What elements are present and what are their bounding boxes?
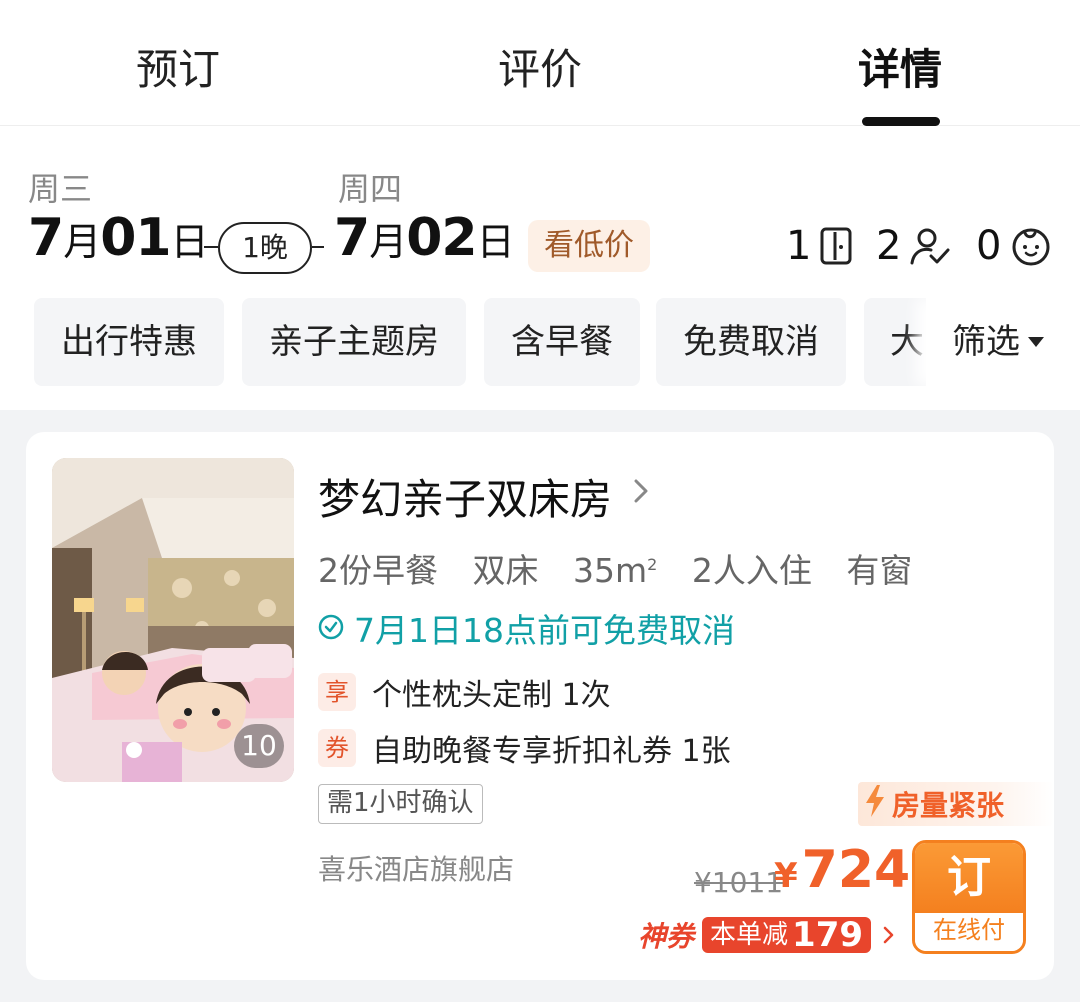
book-button[interactable]: 订 在线付 — [912, 840, 1026, 954]
price-value: 724 — [801, 840, 911, 900]
perk-coupon: 券 自助晚餐专享折扣礼券 1张 — [318, 726, 731, 770]
adults-counter[interactable]: 2 — [876, 222, 951, 270]
checkin-day: 01 — [100, 208, 171, 268]
tab-booking[interactable]: 预订 — [98, 36, 258, 97]
rooms-counter[interactable]: 1 — [786, 222, 853, 270]
free-cancel-policy: 7月1日18点前可免费取消 — [318, 604, 735, 652]
store-name: 喜乐酒店旗舰店 — [318, 853, 515, 886]
coupon-discount[interactable]: 神券 本单减 179 — [638, 914, 899, 956]
feature-beds: 双床 — [472, 551, 539, 590]
lightning-icon — [864, 784, 886, 825]
chip-free-cancel[interactable]: 免费取消 — [656, 298, 846, 386]
children-counter[interactable]: 0 — [976, 222, 1053, 270]
checkin-weekday: 周三 — [28, 170, 93, 208]
adult-icon — [909, 226, 951, 266]
chevron-right-icon — [634, 479, 648, 503]
child-icon — [1009, 225, 1053, 267]
tab-bar: 预订 评价 详情 — [0, 0, 1080, 126]
book-label: 订 — [915, 843, 1023, 913]
children-count: 0 — [976, 223, 1002, 269]
room-card[interactable]: 10 梦幻亲子双床房 2份早餐 双床 35m2 2人入住 有窗 7月1日18点前… — [26, 432, 1054, 980]
caret-down-icon — [1028, 336, 1044, 347]
rooms-count: 1 — [786, 223, 812, 269]
chip-breakfast[interactable]: 含早餐 — [484, 298, 640, 386]
coupon-brand: 神券 — [638, 920, 695, 953]
availability-badge: 房量紧张 — [858, 782, 1054, 826]
checkout-day: 02 — [406, 208, 477, 268]
tab-details[interactable]: 详情 — [820, 36, 980, 97]
coupon-badge: 本单减 179 — [702, 915, 872, 955]
active-tab-indicator — [862, 117, 940, 126]
feature-breakfast: 2份早餐 — [318, 551, 438, 590]
room-features: 2份早餐 双床 35m2 2人入住 有窗 — [318, 544, 936, 592]
top-panel: 预订 评价 详情 周三 周四 7月01日 1晚 7月02日 看低价 1 2 0 … — [0, 0, 1080, 410]
adults-count: 2 — [876, 223, 902, 269]
feature-window: 有窗 — [846, 551, 913, 590]
check-circle-icon — [318, 609, 344, 648]
day-unit: 日 — [170, 220, 209, 264]
perk-tag: 享 — [318, 673, 356, 711]
room-title[interactable]: 梦幻亲子双床房 — [318, 466, 612, 527]
coupon-amount: 179 — [792, 915, 864, 955]
filter-button[interactable]: 筛选 — [926, 298, 1080, 386]
availability-text: 房量紧张 — [892, 789, 1005, 822]
confirm-time-badge: 需1小时确认 — [318, 784, 483, 824]
perk-text: 自助晚餐专享折扣礼券 1张 — [372, 734, 731, 769]
original-price: ¥1011 — [694, 866, 784, 899]
feature-area-sup: 2 — [647, 555, 658, 574]
chip-family-theme[interactable]: 亲子主题房 — [242, 298, 466, 386]
checkout-weekday: 周四 — [338, 170, 403, 208]
photo-count-badge: 10 — [234, 724, 284, 768]
perk-tag: 券 — [318, 729, 356, 767]
low-price-button[interactable]: 看低价 — [528, 220, 650, 272]
feature-area: 35m2 — [573, 551, 657, 590]
month-unit: 月 — [369, 220, 407, 264]
tab-reviews[interactable]: 评价 — [460, 36, 620, 97]
chevron-right-icon — [883, 926, 894, 944]
door-icon — [819, 226, 853, 266]
perk-pillow: 享 个性枕头定制 1次 — [318, 670, 611, 714]
checkin-month: 7 — [28, 208, 64, 268]
date-dash-right — [312, 246, 324, 248]
feature-area-value: 35m — [573, 551, 648, 590]
pay-online-label: 在线付 — [915, 913, 1023, 951]
checkin-date[interactable]: 7月01日 — [28, 208, 209, 268]
cancel-policy-text: 7月1日18点前可免费取消 — [354, 611, 735, 650]
perk-text: 个性枕头定制 1次 — [372, 678, 611, 713]
date-dash-left — [204, 246, 218, 248]
feature-guests: 2人入住 — [691, 551, 812, 590]
month-unit: 月 — [63, 220, 101, 264]
nights-badge: 1晚 — [218, 222, 312, 274]
filter-label: 筛选 — [952, 322, 1020, 362]
checkout-month: 7 — [334, 208, 370, 268]
filter-chips: 出行特惠 亲子主题房 含早餐 免费取消 大 — [0, 298, 1080, 386]
room-photo[interactable]: 10 — [52, 458, 294, 782]
chip-travel-deal[interactable]: 出行特惠 — [34, 298, 224, 386]
current-price: ¥724 — [774, 840, 910, 900]
chip-more[interactable]: 大 — [864, 298, 934, 386]
coupon-prefix: 本单减 — [710, 920, 789, 950]
currency-symbol: ¥ — [774, 856, 798, 896]
checkout-date[interactable]: 7月02日 — [334, 208, 515, 268]
day-unit: 日 — [476, 220, 515, 264]
